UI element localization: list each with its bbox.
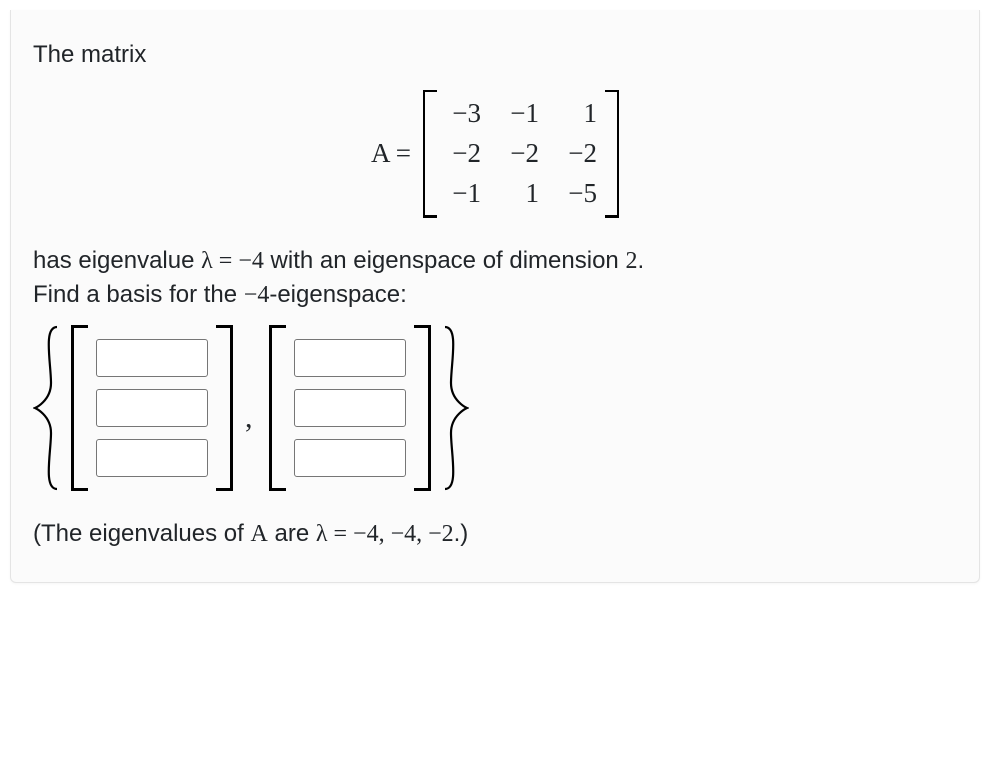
set-comma: , — [241, 397, 261, 439]
vector1-entry-3[interactable] — [96, 439, 208, 477]
matrix-A: −3 −1 1 −2 −2 −2 −1 1 −5 — [423, 90, 619, 218]
intro-text: The matrix — [33, 38, 957, 72]
matrix-cell: −1 — [445, 175, 481, 213]
vector2-entry-2[interactable] — [294, 389, 406, 427]
right-brace-icon — [439, 323, 469, 493]
left-brace-icon — [33, 323, 63, 493]
vector-right-bracket — [218, 325, 233, 491]
matrix-cell: −3 — [445, 95, 481, 133]
vector-2 — [269, 325, 431, 491]
vector-left-bracket — [269, 325, 284, 491]
matrix-cell: −5 — [561, 175, 597, 213]
problem-card: The matrix A = −3 −1 1 −2 −2 −2 −1 1 −5 … — [10, 10, 980, 583]
matrix-right-bracket — [607, 90, 619, 218]
matrix-cell: −2 — [561, 135, 597, 173]
matrix-cells: −3 −1 1 −2 −2 −2 −1 1 −5 — [435, 90, 607, 218]
vector1-entry-1[interactable] — [96, 339, 208, 377]
matrix-cell: −2 — [503, 135, 539, 173]
vector-1 — [71, 325, 233, 491]
matrix-cell: −1 — [503, 95, 539, 133]
eigen-statement: has eigenvalue λ = −4 with an eigenspace… — [33, 244, 957, 313]
matrix-equation: A = −3 −1 1 −2 −2 −2 −1 1 −5 — [33, 90, 957, 218]
vector-left-bracket — [71, 325, 86, 491]
vector1-entry-2[interactable] — [96, 389, 208, 427]
basis-answer-set: , — [33, 323, 957, 493]
vector-right-bracket — [416, 325, 431, 491]
matrix-cell: −2 — [445, 135, 481, 173]
matrix-cell: 1 — [503, 175, 539, 213]
matrix-left-bracket — [423, 90, 435, 218]
matrix-cell: 1 — [561, 95, 597, 133]
eigenvalue-footer: (The eigenvalues of A are λ = −4, −4, −2… — [33, 517, 957, 552]
matrix-lhs: A = — [371, 135, 411, 173]
vector2-entry-3[interactable] — [294, 439, 406, 477]
vector2-entry-1[interactable] — [294, 339, 406, 377]
